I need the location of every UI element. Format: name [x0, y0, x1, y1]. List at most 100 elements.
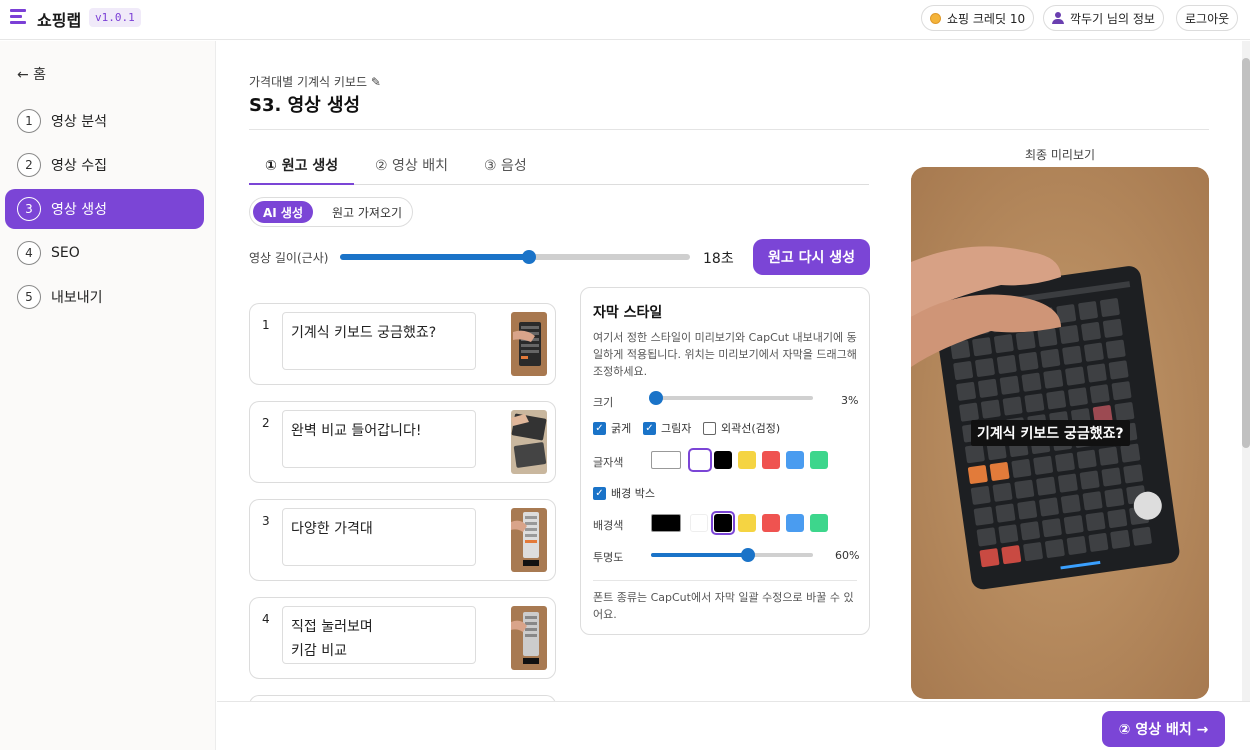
sidebar-step-4[interactable]: 4 SEO — [5, 233, 204, 273]
shadow-checkbox[interactable]: ✓ 그림자 — [643, 420, 691, 436]
keycap — [973, 506, 994, 526]
font-footnote: 폰트 종류는 CapCut에서 자막 일괄 수정으로 바꿀 수 있어요. — [593, 591, 854, 621]
scene-text-input[interactable]: 기계식 키보드 궁금했죠? — [282, 312, 476, 370]
bold-label: 굵게 — [611, 422, 632, 435]
slider-knob[interactable] — [522, 250, 536, 264]
keycap — [1037, 328, 1058, 347]
import-script-option[interactable]: 원고 가져오기 — [328, 201, 406, 223]
scene-text-input[interactable]: 다양한 가격대 — [282, 508, 476, 566]
keycap — [1084, 342, 1104, 362]
keycap — [1110, 529, 1131, 549]
text-color-green[interactable] — [810, 451, 828, 469]
ai-generate-option[interactable]: AI 생성 — [253, 201, 314, 223]
tab-voice[interactable]: ③ 음성 — [484, 155, 527, 175]
bold-checkbox[interactable]: ✓ 굵게 — [593, 420, 631, 436]
scene-text-input[interactable]: 직접 눌러보며 키감 비교 — [282, 606, 476, 664]
scrollbar-thumb[interactable] — [1242, 58, 1250, 448]
keycap — [1081, 321, 1101, 341]
scene-number: 4 — [262, 612, 270, 626]
home-link[interactable]: ← 홈 — [17, 64, 46, 84]
tab-bar: ① 원고 생성 ② 영상 배치 ③ 음성 — [249, 147, 869, 185]
bg-box-checkbox[interactable]: ✓ 배경 박스 — [593, 485, 655, 501]
keycap — [1045, 539, 1065, 558]
mode-toggle: AI 생성 원고 가져오기 — [249, 197, 413, 227]
bg-color-black[interactable] — [714, 514, 732, 532]
keycap — [959, 402, 979, 422]
user-info-button[interactable]: 깍두기 님의 정보 — [1043, 5, 1164, 31]
keycap — [1059, 325, 1080, 344]
keycap — [978, 378, 998, 398]
keycap — [1018, 351, 1039, 371]
keycap — [1088, 533, 1109, 552]
bg-color-green[interactable] — [810, 514, 828, 532]
size-slider[interactable] — [648, 391, 813, 405]
credit-button[interactable]: 쇼핑 크레딧 10 — [921, 5, 1035, 31]
length-value: 18초 — [703, 251, 734, 267]
keycap — [1033, 455, 1054, 475]
panel-title: 자막 스타일 — [593, 305, 663, 321]
script-card: 1 기계식 키보드 궁금했죠? — [249, 303, 556, 385]
keycap — [995, 503, 1016, 523]
keycap — [992, 482, 1013, 502]
regenerate-button[interactable]: 원고 다시 생성 — [753, 239, 870, 275]
sidebar-step-3[interactable]: 3 영상 생성 — [5, 189, 204, 229]
bg-color-label: 배경색 — [593, 519, 624, 532]
keycap — [1068, 387, 1088, 407]
keycap — [1040, 348, 1061, 368]
preview-caption[interactable]: 기계식 키보드 궁금했죠? — [971, 420, 1130, 446]
video-preview[interactable]: 기계식 키보드 궁금했죠? — [911, 167, 1209, 699]
sidebar-step-5[interactable]: 5 내보내기 — [5, 277, 204, 317]
bg-color-yellow[interactable] — [738, 514, 756, 532]
keycap — [1078, 301, 1098, 321]
slider-knob[interactable] — [741, 548, 756, 562]
script-card: 4 직접 눌러보며 키감 비교 — [249, 597, 556, 679]
keycap — [1060, 494, 1081, 514]
text-color-label: 글자색 — [593, 456, 624, 469]
checkbox-empty — [703, 421, 716, 435]
size-label: 크기 — [593, 396, 614, 409]
scene-thumbnail[interactable] — [511, 312, 547, 376]
logout-button[interactable]: 로그아웃 — [1176, 5, 1239, 31]
bg-color-white[interactable] — [690, 514, 708, 532]
keycap — [1024, 393, 1045, 413]
sidebar-step-1[interactable]: 1 영상 분석 — [5, 101, 204, 141]
scene-text-input[interactable]: 완벽 비교 들어갑니다! — [282, 410, 476, 468]
text-color-yellow[interactable] — [738, 451, 756, 469]
tab-script[interactable]: ① 원고 생성 — [265, 155, 338, 175]
main-content: 가격대별 기계식 키보드 ✎ S3. 영상 생성 ① 원고 생성 ② 영상 배치… — [217, 41, 1250, 715]
next-step-button[interactable]: ② 영상 배치 → — [1102, 711, 1225, 747]
keycap — [1111, 381, 1132, 401]
script-card: 2 완벽 비교 들어갑니다! — [249, 401, 556, 483]
step-number: 5 — [17, 285, 41, 309]
outline-checkbox[interactable]: 외곽선(검정) — [703, 420, 780, 436]
text-color-black[interactable] — [714, 451, 732, 469]
bg-color-custom[interactable] — [651, 514, 681, 532]
step-number: 3 — [17, 197, 41, 221]
opacity-slider[interactable] — [651, 548, 813, 562]
size-value: 3% — [841, 394, 859, 407]
sidebar-step-2[interactable]: 2 영상 수집 — [5, 145, 204, 185]
keycap — [1058, 473, 1078, 493]
scene-thumbnail[interactable] — [511, 606, 547, 670]
keycap — [999, 375, 1020, 395]
tab-layout[interactable]: ② 영상 배치 — [375, 155, 448, 175]
keycap — [972, 337, 992, 357]
text-color-blue[interactable] — [786, 451, 804, 469]
bg-color-blue[interactable] — [786, 514, 804, 532]
length-slider[interactable] — [340, 250, 690, 264]
text-color-custom[interactable] — [651, 451, 681, 469]
project-subtitle[interactable]: 가격대별 기계식 키보드 ✎ — [249, 73, 381, 90]
bg-color-red[interactable] — [762, 514, 780, 532]
text-color-red[interactable] — [762, 451, 780, 469]
keycap — [1014, 479, 1035, 499]
bottom-bar: ② 영상 배치 → — [217, 701, 1250, 750]
check-icon: ✓ — [593, 486, 606, 500]
menu-logo-icon — [10, 9, 26, 25]
scene-thumbnail[interactable] — [511, 410, 547, 474]
keycap — [1017, 500, 1038, 520]
keycap — [1089, 384, 1110, 404]
scene-thumbnail[interactable] — [511, 508, 547, 572]
text-color-white[interactable] — [691, 451, 709, 469]
slider-knob[interactable] — [648, 391, 663, 405]
keycap — [976, 527, 997, 547]
